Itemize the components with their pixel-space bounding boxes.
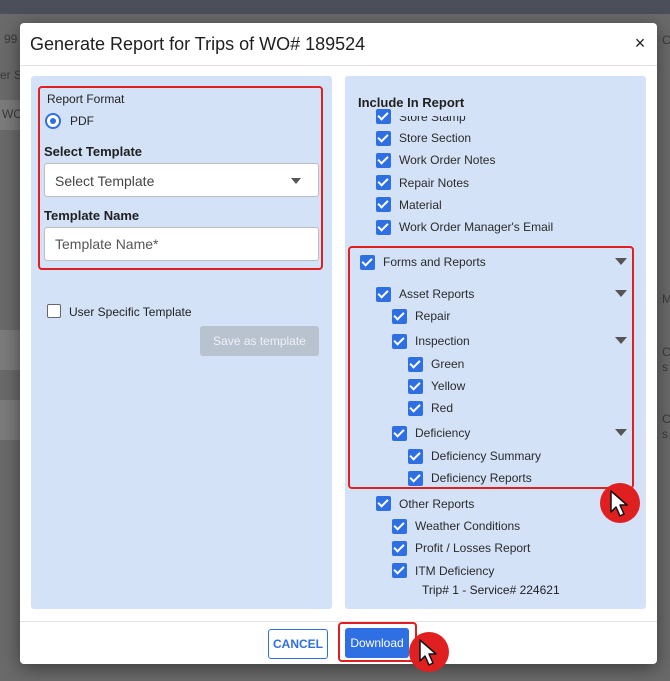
dialog-header: Generate Report for Trips of WO# 189524 … (20, 23, 657, 66)
user-specific-label: User Specific Template (69, 305, 192, 319)
deficiency-reports-checkbox[interactable] (408, 471, 423, 486)
background-text: s (662, 360, 668, 374)
repair-notes-checkbox[interactable] (376, 175, 391, 190)
pdf-option-label: PDF (70, 114, 94, 128)
background-strip (0, 400, 20, 440)
inspection-checkbox[interactable] (392, 334, 407, 349)
weather-conditions-checkbox[interactable] (392, 519, 407, 534)
yellow-checkbox[interactable] (408, 379, 423, 394)
select-template-dropdown[interactable]: Select Template (44, 163, 319, 197)
trip-service-label: Trip# 1 - Service# 224621 (422, 583, 560, 597)
work-order-notes-label: Work Order Notes (399, 153, 496, 167)
background-text: C (662, 412, 670, 426)
template-name-input[interactable] (44, 227, 319, 261)
pointer-cursor-icon (409, 632, 449, 672)
cancel-button[interactable]: CANCEL (268, 629, 328, 659)
dialog-footer: CANCEL Download (20, 621, 657, 664)
asset-reports-label: Asset Reports (399, 287, 475, 301)
pointer-cursor-icon (600, 483, 640, 523)
background-text: WC (2, 107, 22, 121)
repair-label: Repair (415, 309, 451, 323)
store-section-checkbox[interactable] (376, 131, 391, 146)
pdf-radio[interactable] (45, 113, 61, 129)
green-label: Green (431, 357, 465, 371)
background-text: 99 (4, 32, 18, 46)
chevron-down-icon (291, 178, 301, 184)
close-icon[interactable]: × (631, 33, 649, 53)
deficiency-reports-label: Deficiency Reports (431, 471, 532, 485)
store-stamp-label: Store Stamp (399, 110, 466, 124)
generate-report-dialog: Generate Report for Trips of WO# 189524 … (20, 23, 657, 664)
repair-checkbox[interactable] (392, 309, 407, 324)
other-reports-checkbox[interactable] (376, 496, 391, 511)
itm-deficiency-label: ITM Deficiency (415, 564, 495, 578)
background-text: C (662, 33, 670, 47)
background-nav-bar (0, 0, 670, 14)
caret-down-icon[interactable] (615, 337, 627, 344)
forms-and-reports-checkbox[interactable] (360, 255, 375, 270)
template-name-label: Template Name (44, 208, 140, 223)
include-in-report-panel: Include In Report Store Stamp Store Sect… (345, 76, 646, 609)
manager-email-checkbox[interactable] (376, 220, 391, 235)
work-order-notes-checkbox[interactable] (376, 153, 391, 168)
other-reports-label: Other Reports (399, 497, 475, 511)
manager-email-label: Work Order Manager's Email (399, 220, 554, 234)
deficiency-summary-label: Deficiency Summary (431, 449, 542, 463)
repair-notes-label: Repair Notes (399, 176, 470, 190)
deficiency-checkbox[interactable] (392, 426, 407, 441)
profit-losses-label: Profit / Losses Report (415, 541, 531, 555)
select-template-label: Select Template (44, 144, 143, 159)
yellow-label: Yellow (431, 379, 466, 393)
profit-losses-checkbox[interactable] (392, 541, 407, 556)
store-stamp-checkbox[interactable] (376, 109, 391, 124)
caret-down-icon[interactable] (615, 258, 627, 265)
weather-conditions-label: Weather Conditions (415, 519, 521, 533)
caret-down-icon[interactable] (615, 290, 627, 297)
material-checkbox[interactable] (376, 197, 391, 212)
select-template-value: Select Template (55, 173, 155, 189)
background-text: C (662, 345, 670, 359)
inspection-label: Inspection (415, 334, 470, 348)
red-label: Red (431, 401, 454, 415)
background-strip (0, 330, 20, 370)
caret-down-icon[interactable] (615, 429, 627, 436)
material-label: Material (399, 198, 442, 212)
red-checkbox[interactable] (408, 401, 423, 416)
itm-deficiency-checkbox[interactable] (392, 563, 407, 578)
deficiency-summary-checkbox[interactable] (408, 449, 423, 464)
include-in-report-title: Include In Report (358, 95, 465, 110)
green-checkbox[interactable] (408, 357, 423, 372)
dialog-title: Generate Report for Trips of WO# 189524 (30, 34, 366, 54)
store-section-label: Store Section (399, 131, 472, 145)
forms-and-reports-label: Forms and Reports (383, 255, 486, 269)
download-button[interactable]: Download (345, 628, 409, 658)
template-panel: Report Format PDF Select Template Select… (31, 76, 332, 609)
report-format-label: Report Format (47, 92, 125, 106)
background-text: M (662, 292, 670, 306)
background-text: er S (0, 68, 23, 82)
user-specific-checkbox[interactable] (47, 304, 61, 318)
deficiency-label: Deficiency (415, 426, 471, 440)
background-text: s (662, 427, 668, 441)
save-as-template-button[interactable]: Save as template (200, 326, 319, 356)
asset-reports-checkbox[interactable] (376, 287, 391, 302)
